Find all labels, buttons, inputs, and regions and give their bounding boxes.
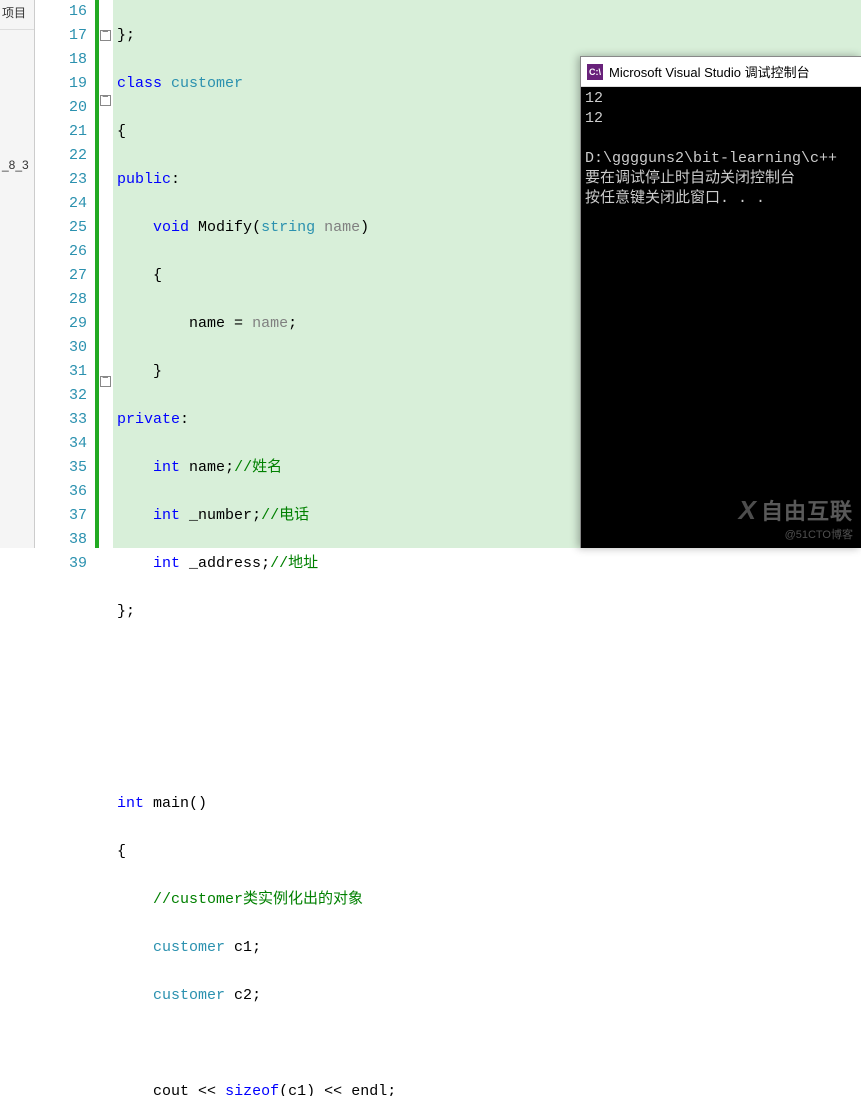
console-output[interactable]: 12 12 D:\gggguns2\bit-learning\c++ 要在调试停… (581, 87, 861, 548)
parameter: name (324, 219, 360, 236)
identifier: _address (189, 555, 261, 572)
code-text: { (117, 843, 126, 860)
line-number: 18 (35, 48, 87, 72)
type-name: customer (153, 987, 225, 1004)
line-number: 37 (35, 504, 87, 528)
line-number: 38 (35, 528, 87, 552)
identifier: c1 (288, 1083, 306, 1096)
identifier: c1 (234, 939, 252, 956)
code-text: { (117, 123, 126, 140)
identifier: name (189, 315, 225, 332)
panel-separator (0, 29, 34, 30)
line-number: 21 (35, 120, 87, 144)
operator: << (198, 1083, 216, 1096)
line-number: 29 (35, 312, 87, 336)
console-line: 12 (585, 89, 857, 109)
code-line[interactable] (117, 696, 861, 720)
keyword: private (117, 411, 180, 428)
keyword: public (117, 171, 171, 188)
operator: << (324, 1083, 342, 1096)
code-line[interactable] (117, 648, 861, 672)
console-line: 要在调试停止时自动关闭控制台 (585, 169, 857, 189)
keyword: int (153, 555, 180, 572)
line-number: 20 (35, 96, 87, 120)
line-number: 27 (35, 264, 87, 288)
line-number: 16 (35, 0, 87, 24)
fold-toggle-icon[interactable] (100, 30, 111, 41)
line-number: 30 (35, 336, 87, 360)
code-line[interactable]: int main() (117, 792, 861, 816)
code-text: } (153, 363, 162, 380)
line-number: 19 (35, 72, 87, 96)
fold-column (95, 0, 113, 548)
line-number: 35 (35, 456, 87, 480)
comment: //电话 (261, 507, 309, 524)
code-line[interactable]: cout << sizeof(c1) << endl; (117, 1080, 861, 1096)
identifier: _number (189, 507, 252, 524)
line-number: 36 (35, 480, 87, 504)
keyword: void (153, 219, 189, 236)
console-titlebar[interactable]: C:\ Microsoft Visual Studio 调试控制台 (581, 57, 861, 87)
function-name: main (153, 795, 189, 812)
line-number: 32 (35, 384, 87, 408)
type-name: customer (171, 75, 243, 92)
line-number: 24 (35, 192, 87, 216)
identifier: endl (351, 1083, 387, 1096)
line-number: 34 (35, 432, 87, 456)
identifier: name (189, 459, 225, 476)
code-line[interactable]: int _address;//地址 (117, 552, 861, 576)
identifier: cout (153, 1083, 189, 1096)
keyword: int (117, 795, 144, 812)
comment: //地址 (270, 555, 318, 572)
code-line[interactable]: customer c1; (117, 936, 861, 960)
keyword: sizeof (225, 1083, 279, 1096)
code-line[interactable]: { (117, 840, 861, 864)
console-line: 按任意键关闭此窗口. . . (585, 189, 857, 209)
line-number: 28 (35, 288, 87, 312)
keyword: int (153, 507, 180, 524)
debug-console-window[interactable]: C:\ Microsoft Visual Studio 调试控制台 12 12 … (580, 56, 861, 548)
keyword: class (117, 75, 162, 92)
keyword: int (153, 459, 180, 476)
line-number: 26 (35, 240, 87, 264)
line-number: 39 (35, 552, 87, 576)
line-number: 23 (35, 168, 87, 192)
vs-console-icon: C:\ (587, 64, 603, 80)
comment: //姓名 (234, 459, 282, 476)
solution-explorer-panel[interactable]: 项目 _8_3 (0, 0, 35, 548)
code-text: { (153, 267, 162, 284)
identifier: name (252, 315, 288, 332)
line-number: 22 (35, 144, 87, 168)
console-line (585, 129, 857, 149)
console-title: Microsoft Visual Studio 调试控制台 (609, 62, 810, 81)
console-line: D:\gggguns2\bit-learning\c++ (585, 149, 857, 169)
comment: //customer类实例化出的对象 (153, 891, 363, 908)
line-number: 31 (35, 360, 87, 384)
code-text: }; (117, 603, 135, 620)
line-number-gutter: 1617181920212223242526272829303132333435… (35, 0, 95, 548)
line-number: 17 (35, 24, 87, 48)
code-line[interactable]: //customer类实例化出的对象 (117, 888, 861, 912)
identifier: c2 (234, 987, 252, 1004)
code-line[interactable]: }; (117, 24, 861, 48)
line-number: 33 (35, 408, 87, 432)
code-line[interactable] (117, 744, 861, 768)
fold-toggle-icon[interactable] (100, 95, 111, 106)
line-number: 25 (35, 216, 87, 240)
panel-item-project[interactable]: 项目 (0, 2, 34, 23)
panel-item-file[interactable]: _8_3 (0, 156, 34, 174)
type-name: string (261, 219, 315, 236)
code-text: }; (117, 27, 135, 44)
code-line[interactable]: }; (117, 600, 861, 624)
code-line[interactable]: customer c2; (117, 984, 861, 1008)
fold-toggle-icon[interactable] (100, 376, 111, 387)
type-name: customer (153, 939, 225, 956)
function-name: Modify (198, 219, 252, 236)
console-line: 12 (585, 109, 857, 129)
code-line[interactable] (117, 1032, 861, 1056)
